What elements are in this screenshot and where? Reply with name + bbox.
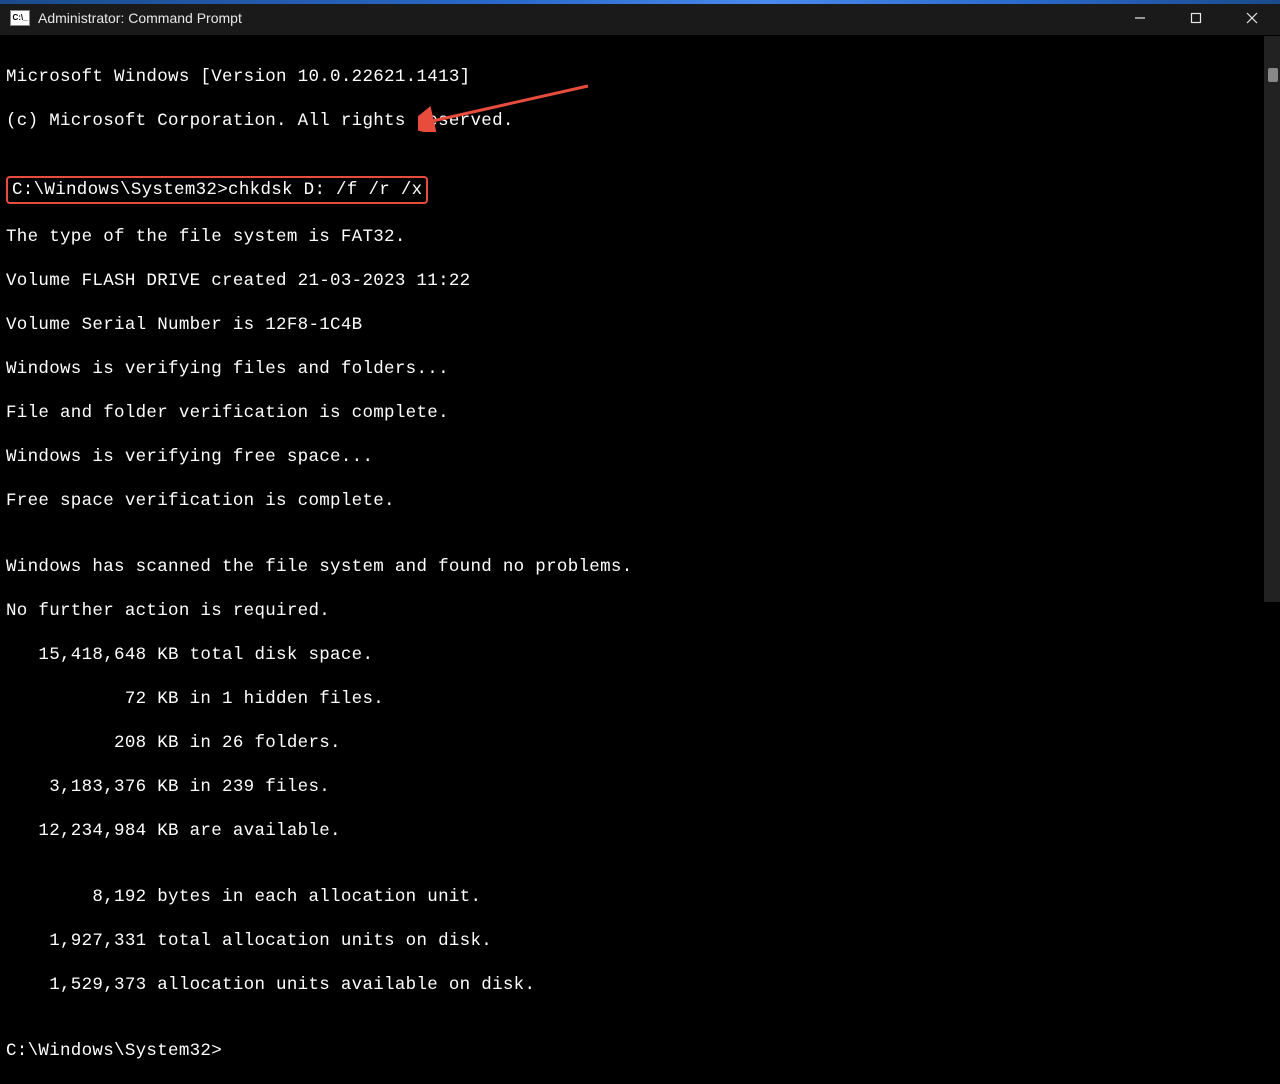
output-line: Volume FLASH DRIVE created 21-03-2023 11… — [6, 270, 1280, 292]
output-line: Windows is verifying files and folders..… — [6, 358, 1280, 380]
scrollbar-thumb[interactable] — [1268, 68, 1278, 82]
output-line: (c) Microsoft Corporation. All rights re… — [6, 110, 1280, 132]
output-line: 1,529,373 allocation units available on … — [6, 974, 1280, 996]
output-line: 1,927,331 total allocation units on disk… — [6, 930, 1280, 952]
maximize-button[interactable] — [1168, 0, 1224, 35]
output-line: 8,192 bytes in each allocation unit. — [6, 886, 1280, 908]
output-line: Windows has scanned the file system and … — [6, 556, 1280, 578]
output-line: No further action is required. — [6, 600, 1280, 622]
scrollbar-track[interactable] — [1264, 36, 1280, 602]
highlighted-command: C:\Windows\System32>chkdsk D: /f /r /x — [6, 176, 428, 204]
close-icon — [1246, 12, 1258, 24]
minimize-button[interactable] — [1112, 0, 1168, 35]
maximize-icon — [1190, 12, 1202, 24]
command-line-highlighted: C:\Windows\System32>chkdsk D: /f /r /x — [6, 176, 1280, 204]
output-line: 72 KB in 1 hidden files. — [6, 688, 1280, 710]
window-controls — [1112, 0, 1280, 35]
close-button[interactable] — [1224, 0, 1280, 35]
output-line: Windows is verifying free space... — [6, 446, 1280, 468]
cmd-icon: C:\_ — [10, 10, 30, 26]
output-line: 208 KB in 26 folders. — [6, 732, 1280, 754]
window-titlebar: C:\_ Administrator: Command Prompt — [0, 0, 1280, 36]
output-line: The type of the file system is FAT32. — [6, 226, 1280, 248]
output-line: 12,234,984 KB are available. — [6, 820, 1280, 842]
output-line: File and folder verification is complete… — [6, 402, 1280, 424]
output-line: 3,183,376 KB in 239 files. — [6, 776, 1280, 798]
minimize-icon — [1134, 12, 1146, 24]
output-line: Microsoft Windows [Version 10.0.22621.14… — [6, 66, 1280, 88]
output-line: Volume Serial Number is 12F8-1C4B — [6, 314, 1280, 336]
window-title: Administrator: Command Prompt — [38, 10, 1112, 26]
prompt-line: C:\Windows\System32> — [6, 1040, 1280, 1062]
output-line: 15,418,648 KB total disk space. — [6, 644, 1280, 666]
output-line: Free space verification is complete. — [6, 490, 1280, 512]
terminal-output[interactable]: Microsoft Windows [Version 10.0.22621.14… — [0, 36, 1280, 1084]
